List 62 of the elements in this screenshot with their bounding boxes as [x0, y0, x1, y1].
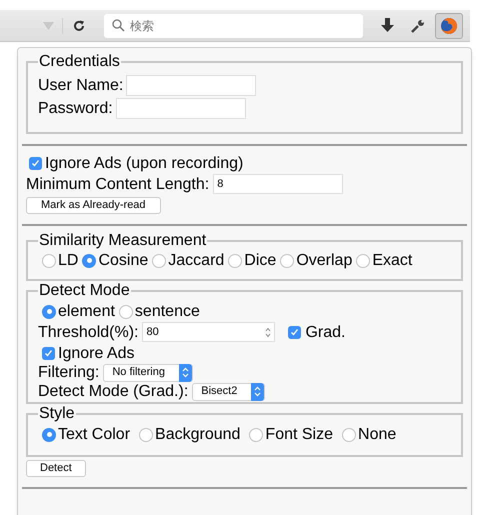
wrench-icon[interactable]	[411, 18, 425, 32]
radio-label: element	[58, 302, 115, 321]
radio-button[interactable]	[42, 254, 56, 268]
globe-icon	[440, 16, 458, 34]
checkmark-icon	[44, 349, 53, 358]
dropdown[interactable]: No filtering	[103, 364, 194, 382]
chevron-icon	[182, 367, 190, 378]
radio-button[interactable]	[249, 428, 264, 442]
radio-label: Jaccard	[168, 251, 224, 270]
radio-label: Background	[155, 425, 240, 444]
field-label: User Name:	[38, 76, 124, 95]
radio-button[interactable]	[152, 254, 166, 268]
dropdown-arrow-icon[interactable]	[43, 22, 54, 30]
radio-button[interactable]	[139, 428, 154, 442]
field-label: Password:	[38, 99, 113, 118]
radio-button[interactable]	[118, 304, 133, 318]
field-label: Minimum Content Length:	[26, 174, 210, 194]
reload-icon[interactable]	[73, 20, 85, 32]
radio-label: Font Size	[265, 425, 334, 444]
radio-button[interactable]	[342, 428, 356, 442]
checkbox-label: Grad.	[305, 322, 346, 342]
stepper-icon[interactable]	[265, 326, 272, 338]
radio-label: Text Color	[58, 425, 130, 444]
search-field[interactable]: 検索	[104, 14, 363, 38]
input-field[interactable]	[116, 98, 246, 119]
field-label: Detect Mode (Grad.):	[38, 382, 188, 401]
checkbox-label: Ignore Ads (upon recording)	[45, 154, 244, 173]
download-icon[interactable]	[381, 18, 394, 33]
radio-button[interactable]	[42, 428, 56, 442]
radio-label: Exact	[372, 251, 412, 270]
radio-label: LD	[58, 251, 78, 270]
mark-read-button[interactable]: Mark as Already-read	[26, 197, 161, 214]
radio-button[interactable]	[42, 304, 56, 318]
dropdown[interactable]: Bisect2	[192, 382, 266, 400]
radio-button[interactable]	[82, 254, 96, 268]
extension-button[interactable]	[435, 12, 463, 38]
checkbox[interactable]	[42, 347, 55, 360]
chevron-icon	[254, 386, 262, 397]
radio-label: None	[358, 425, 396, 444]
checkmark-icon	[31, 159, 40, 168]
radio-button[interactable]	[280, 254, 294, 268]
checkbox[interactable]	[288, 326, 302, 338]
radio-label: sentence	[134, 302, 200, 321]
field-label: Filtering:	[38, 363, 100, 382]
input-field[interactable]: 8	[213, 174, 344, 194]
checkmark-icon	[290, 328, 300, 336]
radio-label: Cosine	[98, 251, 148, 270]
radio-button[interactable]	[356, 254, 370, 268]
detect-button[interactable]: Detect	[26, 460, 86, 477]
number-field[interactable]: 80	[142, 322, 276, 342]
group-legend: Detect Mode	[38, 282, 131, 300]
radio-button[interactable]	[228, 254, 242, 268]
search-icon	[112, 18, 125, 32]
group-legend: Similarity Measurement	[38, 232, 208, 250]
radio-label: Dice	[244, 251, 276, 270]
group-legend: Credentials	[38, 53, 121, 71]
checkbox[interactable]	[29, 157, 42, 170]
input-field[interactable]	[126, 75, 256, 96]
group-legend: Style	[38, 405, 76, 423]
radio-label: Overlap	[296, 251, 352, 270]
checkbox-label: Ignore Ads	[58, 344, 134, 363]
field-label: Threshold(%):	[38, 322, 138, 342]
